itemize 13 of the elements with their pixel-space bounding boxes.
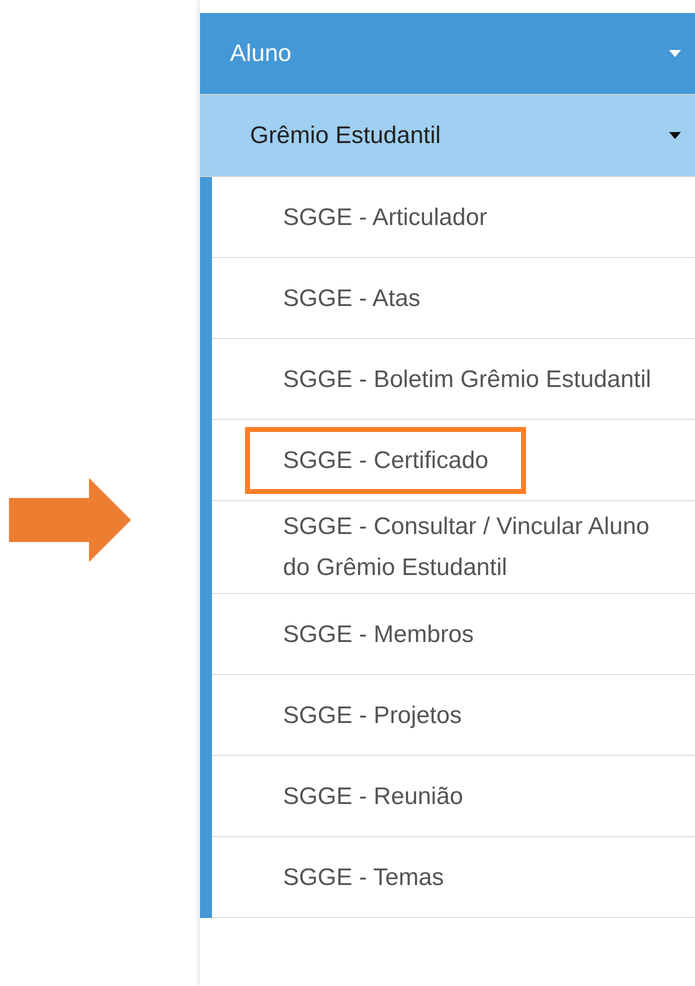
arrow-icon: [9, 478, 131, 562]
caret-icon: [669, 50, 681, 57]
menu-item[interactable]: SGGE - Projetos: [245, 690, 500, 740]
menu-item[interactable]: SGGE - Articulador: [245, 192, 526, 242]
caret-icon: [669, 132, 681, 139]
menu-item[interactable]: SGGE - Temas: [245, 852, 482, 902]
submenu-header[interactable]: Grêmio Estudantil: [200, 95, 695, 177]
menu-item[interactable]: SGGE - Boletim Grêmio Estudantil: [245, 354, 690, 404]
menu-item[interactable]: SGGE - Atas: [245, 272, 458, 324]
menu-item[interactable]: SGGE - Reunião: [245, 770, 502, 822]
menu-item[interactable]: SGGE - Membros: [245, 608, 512, 660]
menu-item[interactable]: SGGE - Consultar / Vincular Aluno do Grêmio Estudantil: [245, 501, 695, 593]
menu-item[interactable]: SGGE - Certificado: [245, 426, 526, 494]
